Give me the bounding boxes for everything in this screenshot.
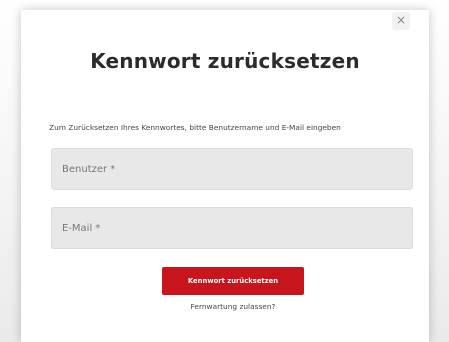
reset-password-button[interactable]: Kennwort zurücksetzen bbox=[162, 267, 304, 295]
username-field[interactable] bbox=[51, 148, 413, 190]
email-field[interactable] bbox=[51, 207, 413, 249]
allow-remote-maintenance-link[interactable]: Fernwartung zulassen? bbox=[21, 302, 445, 311]
close-icon[interactable]: × bbox=[392, 12, 410, 30]
dialog-description: Zum Zurücksetzen Ihres Kennwortes, bitte… bbox=[49, 123, 341, 132]
password-reset-dialog: × Kennwort zurücksetzen Zum Zurücksetzen… bbox=[21, 10, 429, 342]
dialog-title: Kennwort zurücksetzen bbox=[90, 49, 360, 73]
